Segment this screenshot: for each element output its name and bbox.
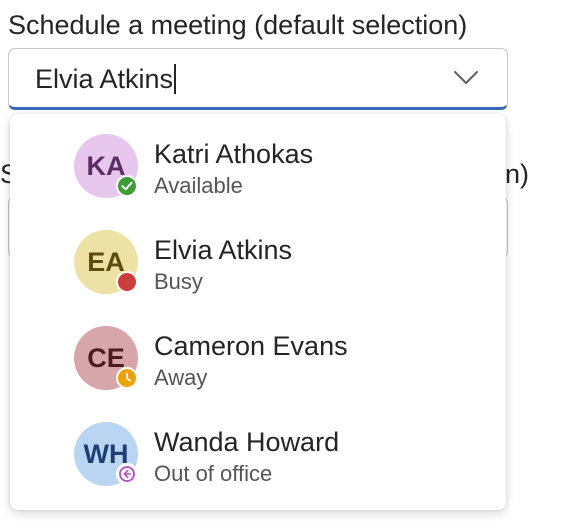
- combobox-input[interactable]: Elvia Atkins: [35, 62, 177, 96]
- people-combobox[interactable]: Elvia Atkins: [8, 48, 508, 110]
- option-status: Available: [154, 173, 243, 198]
- option-name: Wanda Howard: [154, 427, 340, 457]
- option-katri-athokas[interactable]: KA Katri Athokas Available: [10, 114, 506, 210]
- option-status: Out of office: [154, 461, 273, 486]
- text-caret: [174, 64, 177, 94]
- option-status: Busy: [154, 269, 203, 294]
- option-name: Elvia Atkins: [154, 235, 293, 265]
- option-name: Katri Athokas: [154, 139, 314, 169]
- clock-icon: [116, 367, 138, 389]
- checkmark-icon: [116, 175, 138, 197]
- page: Schedule a meeting (default selection) E…: [0, 0, 568, 528]
- option-name: Cameron Evans: [154, 331, 348, 361]
- combobox-value: Elvia Atkins: [35, 64, 174, 94]
- option-status: Away: [154, 365, 208, 390]
- field-label: Schedule a meeting (default selection): [8, 10, 468, 40]
- second-field-label-fragment: S: [0, 159, 10, 189]
- option-elvia-atkins[interactable]: EA Elvia Atkins Busy: [10, 210, 506, 306]
- option-wanda-howard[interactable]: WH Wanda Howard Out of office: [10, 402, 506, 498]
- chevron-down-icon[interactable]: [453, 70, 479, 86]
- people-listbox: KA Katri Athokas Available EA Elvia Atki…: [10, 114, 506, 510]
- arrow-left-icon: [116, 463, 138, 485]
- busy-dot-icon: [116, 271, 138, 293]
- option-cameron-evans[interactable]: CE Cameron Evans Away: [10, 306, 506, 402]
